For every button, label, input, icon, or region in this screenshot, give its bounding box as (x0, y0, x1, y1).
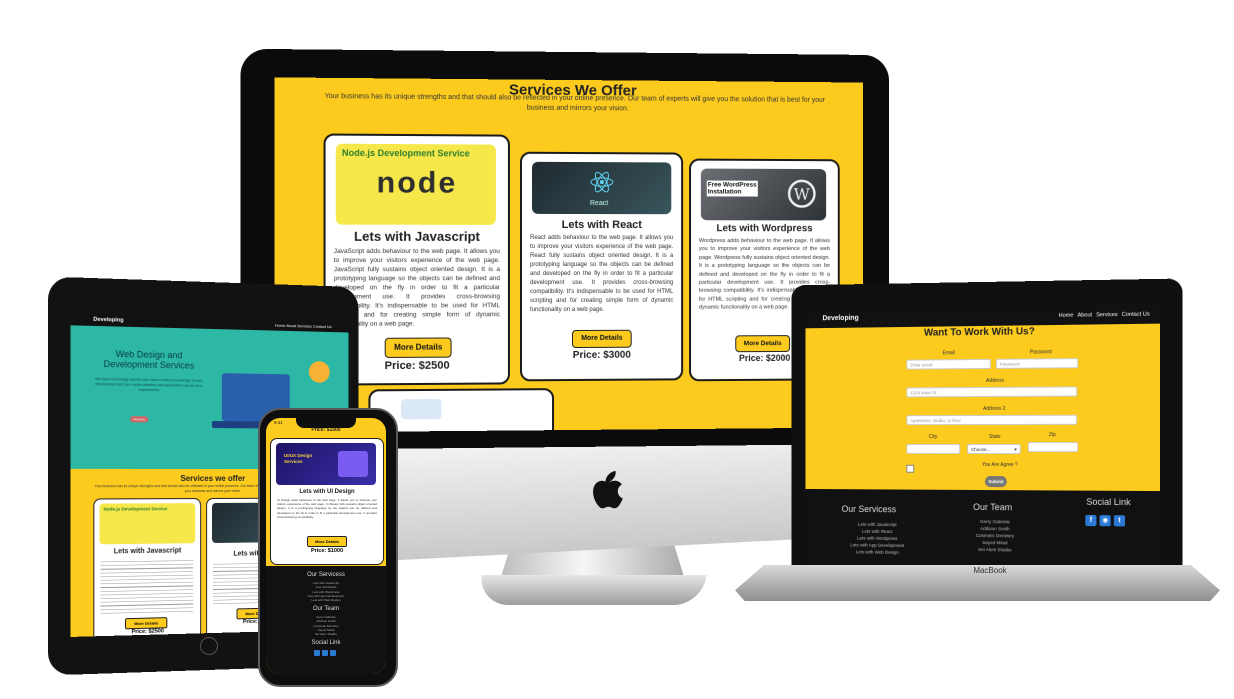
hero-title: Web Design and Development Services (93, 348, 204, 370)
service-card-react: React Lets with React React adds behavio… (520, 152, 683, 382)
card-image: Free WordPress Installation W (701, 169, 826, 221)
agree-label: You Are Agree ? (982, 462, 1018, 468)
laptop-screen: Developing Home About Services Contact U… (805, 307, 1160, 570)
social-links (314, 650, 336, 656)
nav-services[interactable]: Services (1096, 312, 1118, 318)
social-links: f ◉ t (1085, 515, 1125, 527)
card-image-caption: Node.js Development Service (342, 148, 470, 159)
laptop-brand-label: MacBook (960, 566, 1020, 575)
card-image: Node.js Development Service node (336, 144, 496, 225)
card-description: JavaScript adds behaviour to the web pag… (334, 247, 500, 329)
card-image-caption: Free WordPress Installation (707, 181, 758, 197)
imac-stand-foot (478, 575, 706, 605)
nav-home[interactable]: Home (1059, 313, 1074, 319)
address2-field[interactable]: Apartment, studio, or floor (906, 415, 1077, 425)
hero-text: We have technology experts who have exce… (93, 377, 204, 394)
password-label: Password (1030, 349, 1052, 355)
card-image-caption: UI/UX Design Services (284, 453, 324, 465)
address-field[interactable]: 1234 Main St (906, 386, 1077, 397)
card-title: Lets with Javascript (326, 229, 508, 244)
facebook-icon[interactable]: f (1085, 515, 1096, 526)
nav-links: Home About Services Contact Us (1059, 312, 1150, 319)
zip-field[interactable] (1028, 442, 1078, 452)
card-title: Lets with React (522, 219, 681, 231)
nav-contact[interactable]: Contact Us (1122, 312, 1150, 319)
card-price: Price: $1000 (271, 548, 383, 554)
footer-service-link[interactable]: Lets with Web Design (844, 548, 912, 556)
nav-about[interactable]: About (1077, 312, 1092, 318)
apple-logo-icon (590, 470, 624, 510)
email-field[interactable]: Enter email (906, 359, 991, 370)
imac-screen: Services We Offer Your business has its … (274, 77, 863, 432)
twitter-icon[interactable] (330, 650, 336, 656)
hero-illustration-accent (309, 361, 330, 383)
footer-team-member: Sei Alem Shaibe (970, 546, 1020, 554)
address2-label: Address 2 (983, 406, 1005, 412)
state-label: State (989, 434, 1001, 440)
more-details-button[interactable]: More Details (385, 337, 452, 357)
hero-services-button[interactable]: Services (130, 416, 148, 422)
footer-services-title: Our Servicess (266, 572, 386, 578)
footer-team-title: Our Team (973, 502, 1012, 512)
password-field[interactable]: Password (996, 358, 1078, 369)
card-price: Price: $3000 (522, 349, 681, 361)
brand-logo[interactable]: Developing (822, 315, 858, 322)
card-image-caption: React (590, 200, 608, 207)
state-select[interactable]: Choose... ▾ (967, 444, 1021, 454)
submit-button[interactable]: Submit (985, 476, 1007, 487)
nav-links[interactable]: Home About Services Contact Us (275, 322, 332, 328)
facebook-icon[interactable] (314, 650, 320, 656)
service-card-javascript: Node.js Development Service Lets with Ja… (93, 498, 201, 637)
instagram-icon[interactable]: ◉ (1100, 515, 1111, 526)
react-logo-icon (590, 170, 614, 194)
footer-team-list: Gerry Gabriele Addison Smith Cosmetic De… (266, 615, 386, 636)
footer-service-link[interactable]: Lets with Web Design (266, 598, 386, 602)
more-details-button[interactable]: More Details (735, 335, 790, 352)
footer-team-list: Gerry Gabriele Addison Smith Cosmetic De… (970, 518, 1020, 554)
card-description: React adds behaviour to the web page. It… (530, 234, 673, 315)
email-label: Email (943, 350, 955, 356)
card-title: Lets with Javascript (94, 547, 200, 555)
agree-checkbox[interactable] (906, 465, 914, 473)
address-label: Address (986, 378, 1004, 384)
phone-notch (296, 417, 356, 428)
chevron-down-icon: ▾ (1014, 445, 1017, 455)
footer-services-title: Our Servicess (842, 504, 897, 514)
node-logo-icon: node (377, 166, 458, 201)
wordpress-logo-icon: W (787, 179, 816, 209)
footer-team-title: Our Team (266, 606, 386, 612)
city-field[interactable] (906, 444, 960, 454)
footer: Our Servicess Lets with Javascript Lets … (805, 489, 1160, 571)
more-details-button[interactable]: More Details (572, 330, 632, 348)
card-title: Lets with Wordpress (691, 223, 838, 234)
card-image: UI/UX Design Services (276, 443, 376, 485)
card-image: React (532, 162, 671, 214)
card-image: Node.js Development Service (99, 503, 195, 544)
footer-social-title: Social Link (1086, 497, 1130, 507)
zip-label: Zip (1049, 432, 1056, 438)
status-time: 9:41 (274, 420, 283, 425)
city-label: City (929, 434, 937, 440)
more-details-button[interactable]: More Details (307, 536, 347, 547)
card-title: Lets with UI Design (271, 489, 383, 495)
card-image-art (338, 451, 368, 477)
footer-services-list: Lets with Javascript Lets with React Let… (844, 521, 912, 556)
service-card-ui-design: UI/UX Design Services Lets with UI Desig… (270, 438, 384, 565)
card-description: UI Design adds behaviour to the web page… (277, 498, 377, 519)
footer-services-list: Lets with Javascript Lets with React Let… (266, 581, 386, 602)
footer-social-title: Social Link (266, 640, 386, 646)
footer-team-member: Sei Alem Shaibe (266, 632, 386, 636)
brand-logo[interactable]: Developing (93, 317, 123, 324)
instagram-icon[interactable] (322, 650, 328, 656)
phone-screen: 9:41 Price: $1500 UI/UX Design Services … (266, 418, 386, 674)
card-image-caption: Node.js Development Service (104, 506, 168, 511)
services-intro: Your business has its unique strengths a… (315, 92, 834, 116)
card-description (101, 557, 194, 614)
footer: Our Servicess Lets with Javascript Lets … (266, 566, 386, 674)
svg-text:W: W (794, 185, 810, 204)
twitter-icon[interactable]: t (1114, 515, 1125, 526)
tablet-home-button[interactable] (200, 637, 218, 655)
card-image (401, 399, 442, 419)
state-value: Choose... (971, 447, 990, 452)
